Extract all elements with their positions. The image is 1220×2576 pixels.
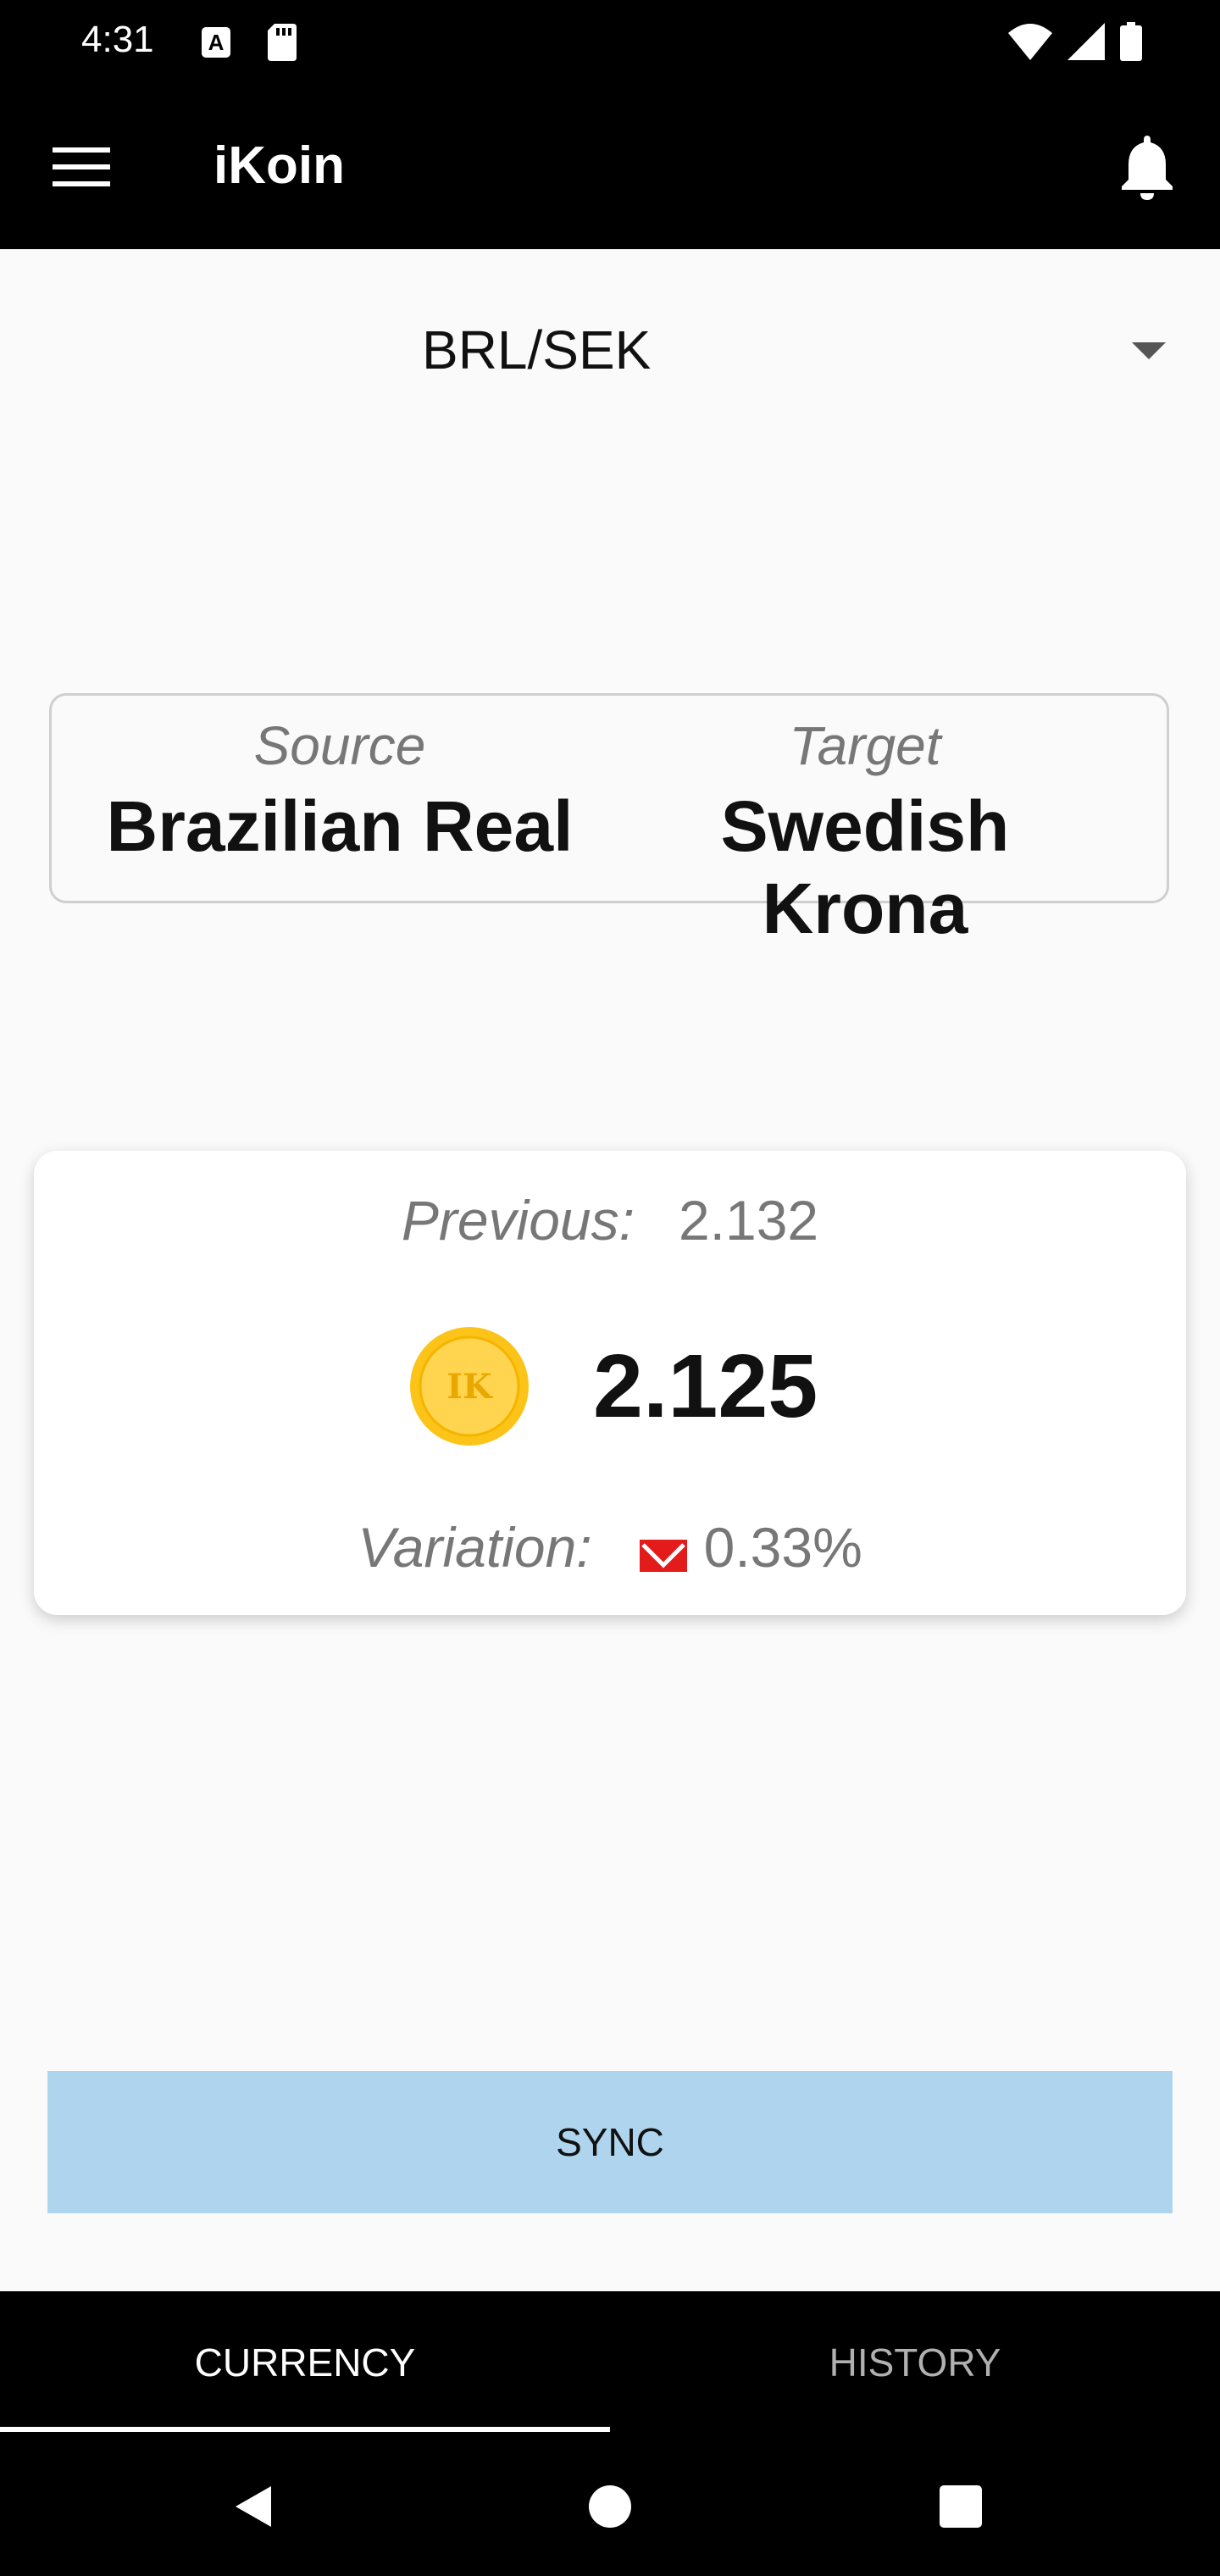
- source-label: Source: [253, 715, 426, 776]
- tab-currency[interactable]: CURRENCY: [0, 2291, 610, 2434]
- tab-selected-indicator: [0, 2427, 610, 2432]
- status-icons: [1008, 22, 1142, 65]
- source-column: Source Brazilian Real: [103, 696, 577, 868]
- variation-down-icon: [639, 1520, 687, 1572]
- home-icon[interactable]: [585, 2481, 635, 2532]
- target-currency-name: Swedish Krona: [720, 786, 1010, 948]
- a-notification-icon: A: [202, 27, 230, 58]
- rate-card: Previous: 2.132 IK 2.125 Variation: 0.33%: [34, 1151, 1186, 1615]
- target-column: Target Swedish Krona: [611, 696, 1119, 950]
- current-row: IK 2.125: [34, 1320, 1186, 1447]
- variation-label: Variation:: [358, 1516, 592, 1579]
- bell-icon[interactable]: [1117, 132, 1178, 200]
- signal-icon: [1068, 23, 1105, 64]
- tab-history[interactable]: HISTORY: [610, 2291, 1220, 2434]
- currency-pair-value: BRL/SEK: [422, 319, 652, 380]
- main-content: BRL/SEK Source Brazilian Real Target Swe…: [0, 249, 1220, 2291]
- dropdown-arrow-icon: [1132, 342, 1166, 359]
- system-nav-bar: [0, 2434, 1220, 2576]
- current-rate-value: 2.125: [593, 1336, 818, 1436]
- target-label: Target: [789, 715, 941, 776]
- coin-icon: IK: [408, 1325, 530, 1447]
- bottom-tab-bar: CURRENCY HISTORY: [0, 2291, 1220, 2434]
- variation-value: 0.33%: [703, 1516, 862, 1579]
- status-bar: 4:31 A: [0, 0, 1220, 85]
- coin-letters: IK: [446, 1367, 493, 1407]
- previous-label: Previous:: [401, 1189, 635, 1252]
- previous-row: Previous: 2.132: [34, 1188, 1186, 1252]
- pair-info-box: Source Brazilian Real Target Swedish Kro…: [49, 693, 1169, 948]
- phone-screen: 4:31 A iKoin BRL/SEK Source Brazilian Re…: [0, 0, 1220, 2576]
- variation-row: Variation: 0.33%: [34, 1515, 1186, 1579]
- wifi-icon: [1008, 23, 1052, 64]
- app-bar: iKoin: [0, 85, 1220, 249]
- sd-card-icon: [268, 24, 297, 65]
- previous-value: 2.132: [678, 1189, 819, 1252]
- recent-apps-icon[interactable]: [935, 2481, 986, 2532]
- back-icon[interactable]: [229, 2481, 280, 2532]
- source-currency-name: Brazilian Real: [106, 786, 574, 866]
- app-title: iKoin: [214, 136, 345, 195]
- menu-icon[interactable]: [53, 146, 110, 188]
- battery-icon: [1120, 22, 1142, 65]
- sync-button[interactable]: SYNC: [47, 2071, 1173, 2213]
- status-time: 4:31: [81, 19, 154, 60]
